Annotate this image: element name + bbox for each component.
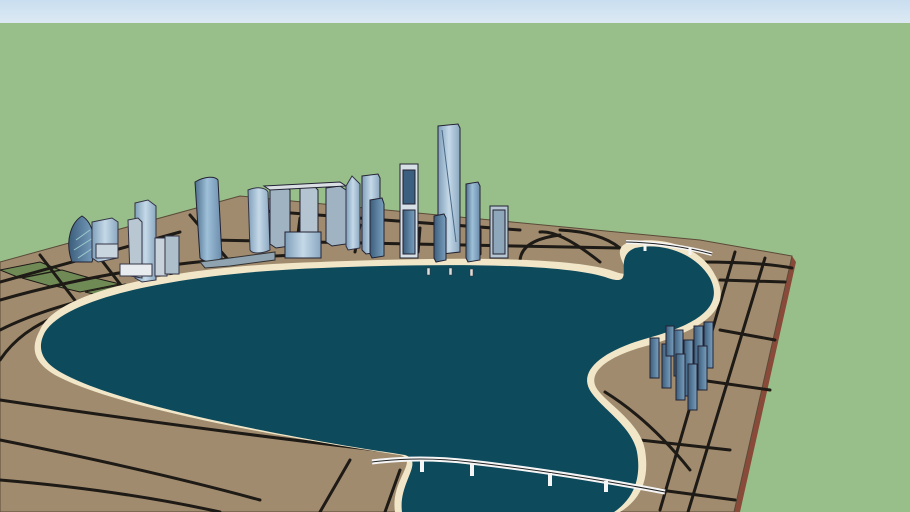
- slim-tower-frame: [399, 163, 419, 259]
- glass-tower-curved: [247, 187, 271, 254]
- crystal-tower: [345, 175, 361, 251]
- low-rise-block-left: [91, 217, 119, 263]
- sky: [0, 0, 910, 23]
- 3d-city-model-viewport[interactable]: [0, 0, 910, 512]
- glass-tower-tall-left: [194, 176, 223, 263]
- scene-canvas: [0, 0, 910, 512]
